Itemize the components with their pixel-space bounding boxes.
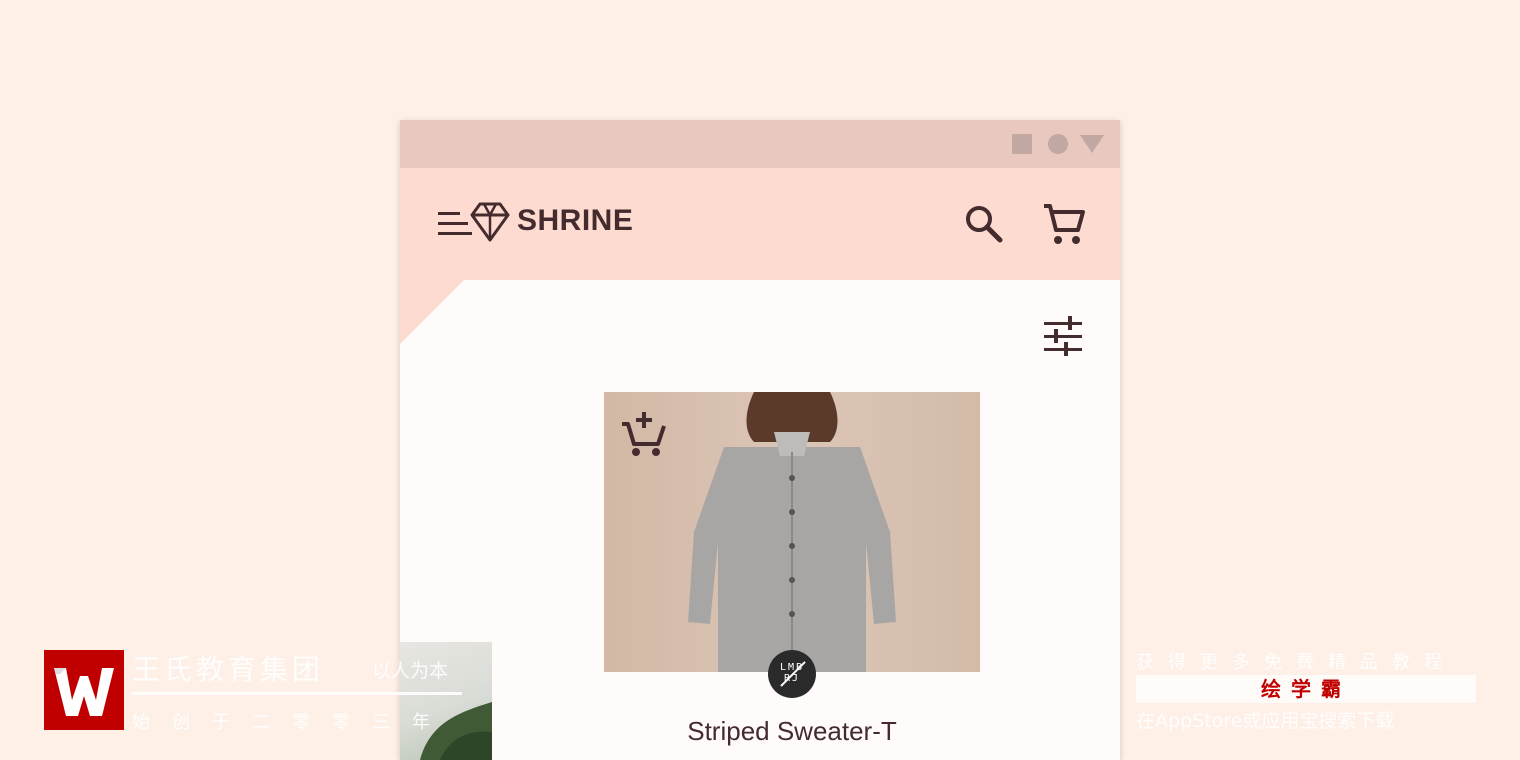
- window-title-bar: [400, 120, 1120, 168]
- watermark-left: 王氏教育集团 以人为本 始创于二零零三年: [44, 650, 484, 740]
- search-icon[interactable]: [962, 202, 1006, 246]
- tune-icon[interactable]: [1042, 314, 1086, 358]
- wm-motto: 以人为本: [372, 660, 449, 682]
- app-window: SHRINE LMB RJ Striped Sweater-T: [400, 120, 1120, 760]
- wm-title: 王氏教育集团: [132, 653, 325, 686]
- wm-right-line1: 获得更多免费精品教程: [1136, 652, 1456, 673]
- wm-right-brand: 绘学霸: [1136, 675, 1476, 703]
- backdrop-corner-cut: [400, 280, 464, 344]
- wm-logo-icon: [44, 650, 124, 730]
- add-shopping-cart-icon[interactable]: [620, 410, 668, 458]
- circle-icon[interactable]: [1048, 134, 1068, 154]
- brand-title: SHRINE: [517, 204, 634, 237]
- triangle-icon[interactable]: [1080, 135, 1104, 153]
- square-icon[interactable]: [1012, 134, 1032, 154]
- wm-subtitle: 始创于二零零三年: [132, 712, 452, 733]
- wm-right-line3: 在AppStore或应用宝搜索下载: [1136, 710, 1395, 732]
- product-title: Striped Sweater-T: [687, 716, 897, 746]
- shopping-cart-icon[interactable]: [1040, 200, 1088, 248]
- menu-icon[interactable]: [438, 212, 472, 236]
- watermark-right: 获得更多免费精品教程 绘学霸 在AppStore或应用宝搜索下载: [1136, 648, 1476, 738]
- wm-divider: [132, 692, 462, 695]
- vendor-logo: LMB RJ: [768, 650, 816, 698]
- diamond-icon: [470, 202, 510, 242]
